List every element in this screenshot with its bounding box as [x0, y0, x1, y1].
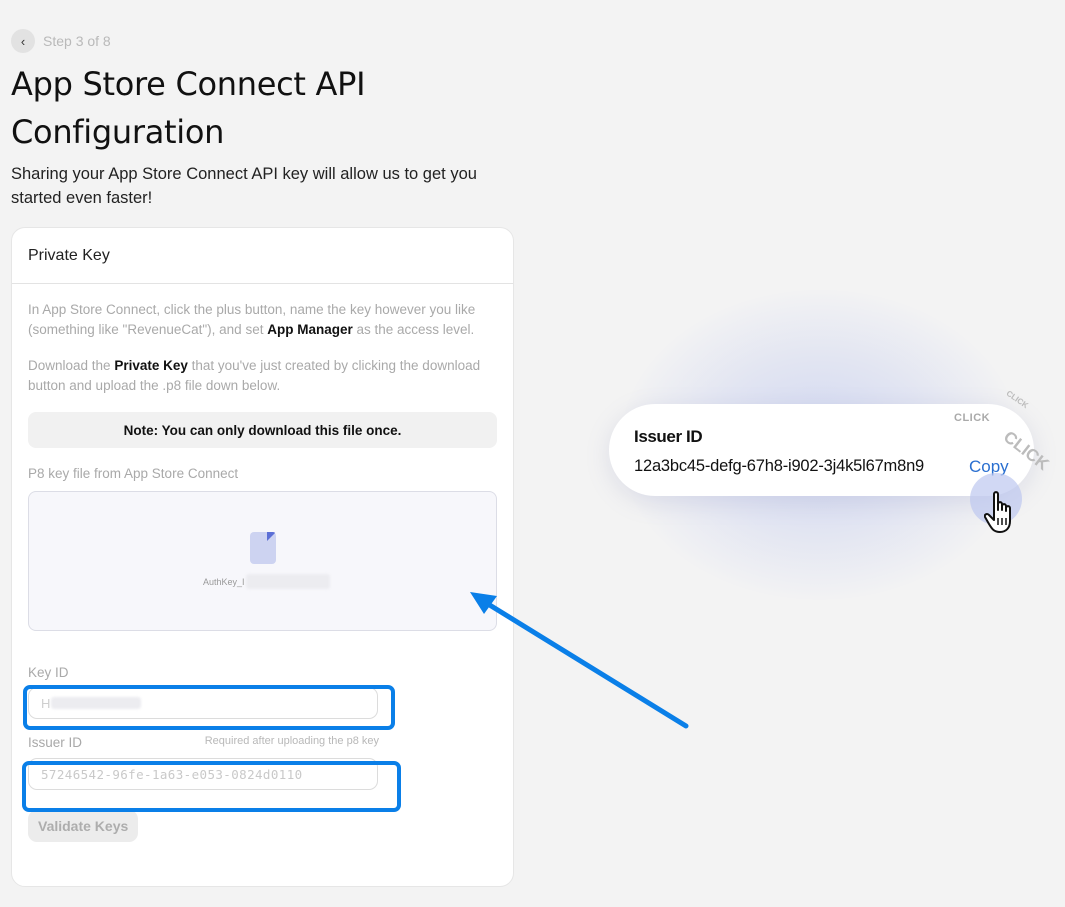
callout-title: Issuer ID — [634, 427, 703, 446]
hand-cursor-icon — [984, 491, 1011, 533]
click-hint: CLICK — [954, 412, 991, 424]
callout-issuer-value: 12a3bc45-defg-67h8-i902-3j4k5l67m8n9 — [634, 457, 925, 475]
